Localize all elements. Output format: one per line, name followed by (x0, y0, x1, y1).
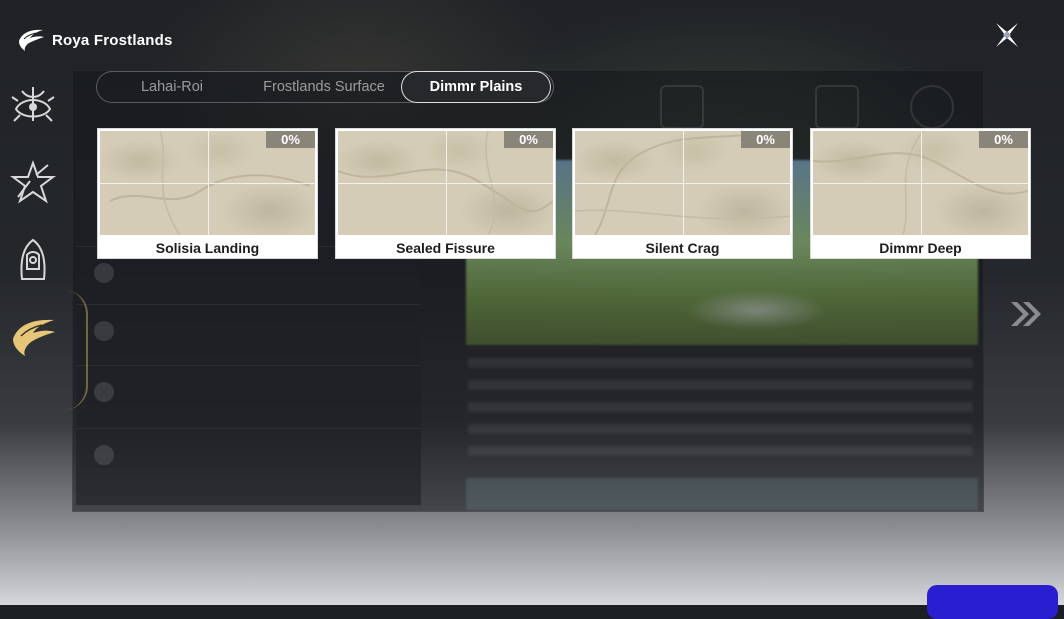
confirm-button[interactable] (927, 585, 1058, 619)
double-chevron-right-icon[interactable] (1008, 298, 1044, 330)
background-row (76, 428, 421, 483)
page-title: Roya Frostlands (52, 31, 173, 49)
progress-badge: 0% (979, 131, 1028, 148)
header: Roya Frostlands (16, 26, 173, 54)
serpent-emblem-icon[interactable] (8, 79, 58, 129)
area-card-silent-crag[interactable]: 0% Silent Crag (572, 128, 793, 259)
tab-lahai-roi[interactable]: Lahai-Roi (97, 72, 247, 102)
background-description (468, 358, 973, 458)
area-card-solisia-landing[interactable]: 0% Solisia Landing (97, 128, 318, 259)
progress-badge: 0% (504, 131, 553, 148)
region-tabs: Lahai-Roi Frostlands Surface Dimmr Plain… (96, 71, 554, 103)
area-name: Solisia Landing (155, 240, 260, 256)
feather-crest-icon[interactable] (8, 311, 58, 361)
background-icon (910, 85, 954, 129)
area-name: Dimmr Deep (879, 240, 962, 256)
background-button (466, 478, 978, 510)
star-emblem-icon[interactable] (8, 157, 58, 207)
tab-dimmr-plains[interactable]: Dimmr Plains (401, 71, 551, 103)
active-indicator (64, 290, 88, 410)
area-name: Silent Crag (645, 240, 720, 256)
progress-badge: 0% (741, 131, 790, 148)
background-icon (815, 85, 859, 129)
hooded-figure-icon[interactable] (8, 235, 58, 285)
area-card-dimmr-deep[interactable]: 0% Dimmr Deep (810, 128, 1031, 259)
background-row (76, 304, 421, 359)
tab-frostlands-surface[interactable]: Frostlands Surface (249, 72, 399, 102)
progress-badge: 0% (266, 131, 315, 148)
feather-crest-icon (19, 29, 44, 51)
area-name: Sealed Fissure (396, 240, 495, 256)
background-row (76, 365, 421, 420)
close-icon[interactable] (990, 18, 1024, 52)
area-card-sealed-fissure[interactable]: 0% Sealed Fissure (335, 128, 556, 259)
background-icon (660, 85, 704, 129)
